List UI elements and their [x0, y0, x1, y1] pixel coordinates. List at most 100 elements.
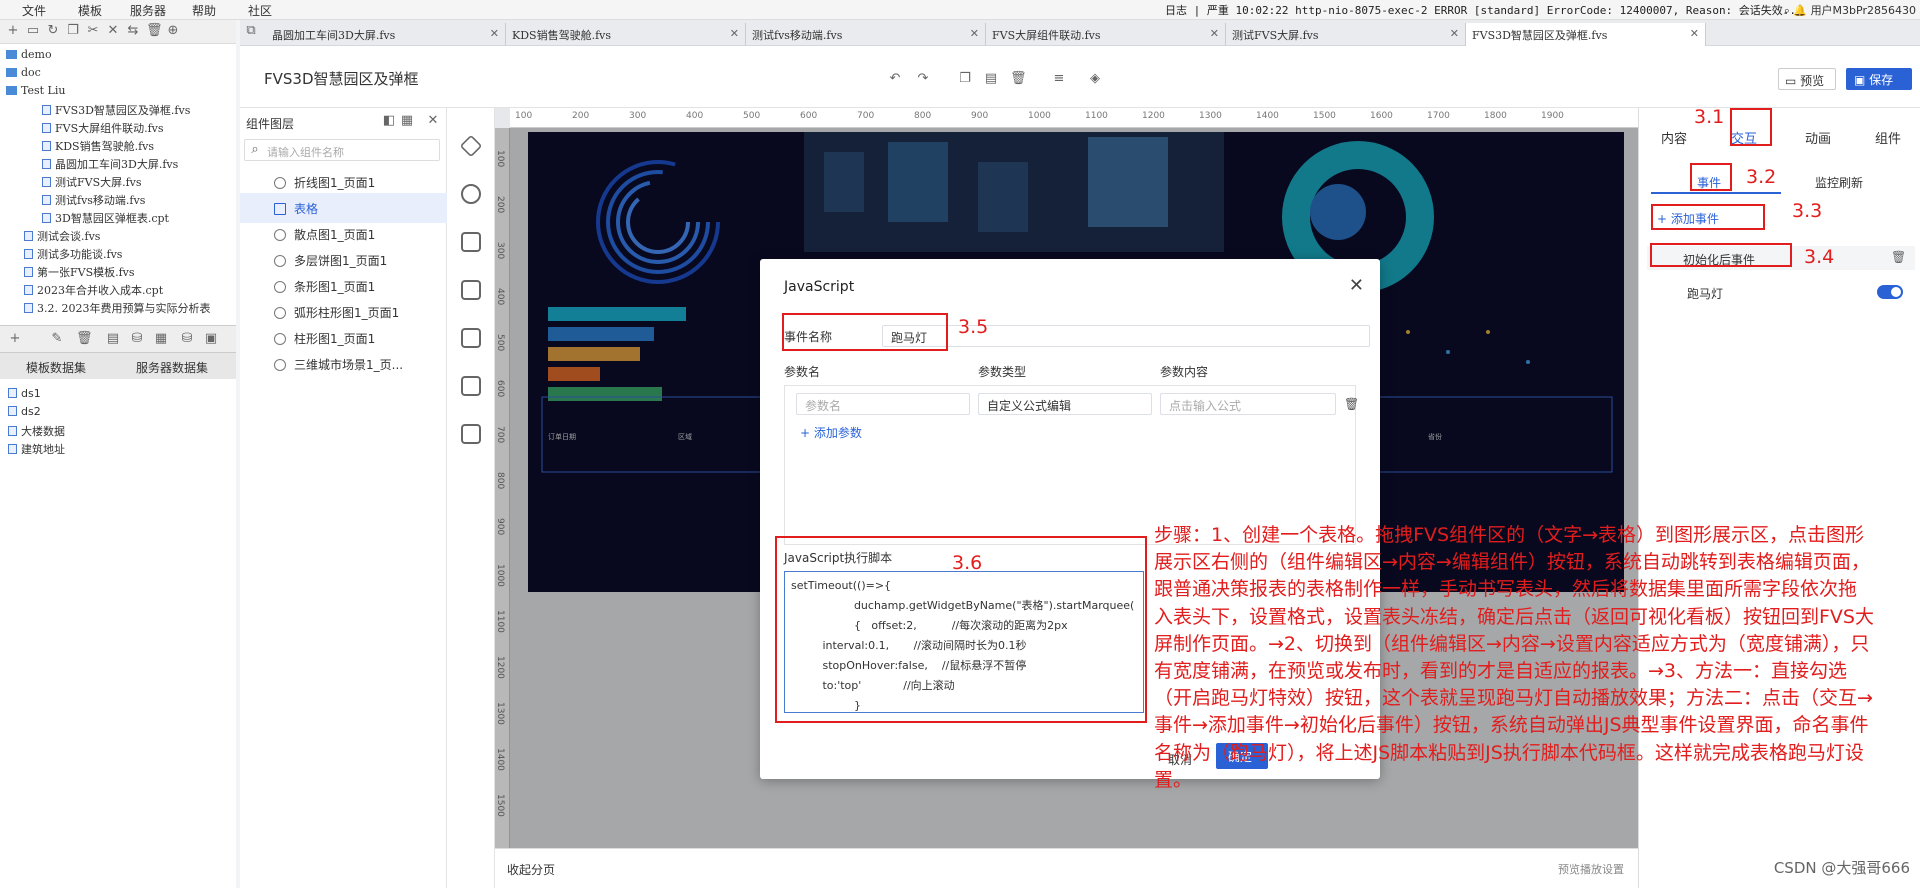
trash-icon[interactable]: 🗑: [1010, 72, 1027, 86]
user-name[interactable]: 用户M3bPr2856430: [1811, 4, 1916, 17]
doc-icon[interactable]: ▤: [106, 332, 120, 346]
tree-item[interactable]: 测试多功能谈.fvs: [24, 246, 122, 262]
doc-tab[interactable]: 测试FVS大屏.fvs ✕: [1226, 23, 1466, 46]
event-name-input[interactable]: 跑马灯: [882, 325, 1370, 347]
layer-icon[interactable]: ◈: [1088, 72, 1102, 86]
refresh-icon[interactable]: ↻: [46, 24, 60, 38]
tree-item[interactable]: demo: [6, 48, 52, 61]
marquee-toggle[interactable]: [1877, 285, 1903, 299]
tab-component[interactable]: 组件: [1875, 128, 1901, 147]
3d-model-icon[interactable]: [459, 134, 483, 158]
tree-item[interactable]: 3D智慧园区弹框表.cpt: [42, 210, 169, 226]
edit-icon[interactable]: ✎: [50, 332, 64, 346]
chart-icon[interactable]: [461, 184, 481, 204]
move-icon[interactable]: ⇆: [126, 24, 140, 38]
tree-item[interactable]: 测试会谈.fvs: [24, 228, 100, 244]
tree-item[interactable]: 第一张FVS模板.fvs: [24, 264, 135, 280]
tree-item[interactable]: 测试FVS大屏.fvs: [42, 174, 142, 190]
tree-item[interactable]: 测试fvs移动端.fvs: [42, 192, 145, 208]
tree-item[interactable]: Test Liu: [6, 84, 65, 97]
db-icon[interactable]: ⛁: [130, 332, 144, 346]
dataset-item[interactable]: ds1: [8, 387, 41, 400]
param-type-select[interactable]: 自定义公式编辑: [978, 393, 1152, 415]
layer-item[interactable]: 三维城市场景1_页...: [240, 349, 447, 379]
table-widget-icon[interactable]: [461, 376, 481, 396]
close-icon[interactable]: ✕: [490, 27, 499, 40]
layers-panel: 组件图层 ◧ ▦ ✕ 请输入组件名称 ⌕ 折线图1_页面1 表格 散点图1_页面…: [240, 108, 447, 888]
db-search-icon[interactable]: ⛁: [180, 332, 194, 346]
menu-help[interactable]: 帮助: [192, 2, 216, 19]
tree-item[interactable]: 3.2. 2023年费用预算与实际分析表: [24, 300, 210, 316]
search-icon[interactable]: ⌕: [1784, 4, 1790, 17]
tab-menu-icon[interactable]: ⧉: [244, 24, 258, 38]
tab-content[interactable]: 内容: [1661, 128, 1687, 147]
subtab-monitor[interactable]: 监控刷新: [1815, 174, 1863, 191]
close-icon[interactable]: ✕: [970, 27, 979, 40]
add-param-button[interactable]: + 添加参数: [800, 424, 862, 441]
tree-item[interactable]: 2023年合并收入成本.cpt: [24, 282, 163, 298]
tree-item[interactable]: FVS3D智慧园区及弹框.fvs: [42, 102, 190, 118]
tree-item[interactable]: 晶圆加工车间3D大屏.fvs: [42, 156, 178, 172]
preview-button[interactable]: ▭ 预览: [1778, 68, 1836, 90]
menu-template[interactable]: 模板: [78, 2, 102, 19]
trash-icon[interactable]: 🗑: [1344, 397, 1359, 411]
doc-tab-active[interactable]: FVS3D智慧园区及弹框.fvs ✕: [1466, 23, 1706, 46]
tab-server-dataset[interactable]: 服务器数据集: [136, 359, 208, 376]
tree-item[interactable]: KDS销售驾驶舱.fvs: [42, 138, 154, 154]
locate-icon[interactable]: ⊕: [166, 24, 180, 38]
redo-icon[interactable]: ↷: [916, 72, 930, 86]
close-icon[interactable]: ✕: [426, 114, 440, 128]
grid-icon[interactable]: ▦: [400, 114, 414, 128]
dataset-item[interactable]: 建筑地址: [8, 441, 65, 457]
doc-tab[interactable]: 测试fvs移动端.fvs ✕: [746, 23, 986, 46]
delete-icon[interactable]: ✕: [106, 24, 120, 38]
delete-icon[interactable]: 🗑: [76, 332, 93, 346]
param-name-input[interactable]: 参数名: [796, 393, 970, 415]
dataset-item[interactable]: 大楼数据: [8, 423, 65, 439]
log-link[interactable]: 日志: [1165, 4, 1187, 17]
bell-icon[interactable]: 🔔: [1793, 4, 1807, 17]
file-icon: [24, 285, 33, 295]
trash-icon[interactable]: 🗑: [1891, 250, 1906, 264]
undo-icon[interactable]: ↶: [888, 72, 902, 86]
folder-open-icon[interactable]: ▭: [26, 24, 40, 38]
menu-file[interactable]: 文件: [22, 2, 46, 19]
menu-server[interactable]: 服务器: [130, 2, 166, 19]
preview-icon[interactable]: ▣: [204, 332, 218, 346]
image-icon[interactable]: [461, 328, 481, 348]
tab-animation[interactable]: 动画: [1805, 128, 1831, 147]
text-icon[interactable]: [461, 232, 481, 252]
paste-icon[interactable]: ▤: [984, 72, 998, 86]
trash-icon[interactable]: 🗑: [146, 24, 163, 38]
copy-icon[interactable]: ❐: [66, 24, 80, 38]
close-icon[interactable]: ✕: [1690, 27, 1699, 40]
cut-icon[interactable]: ✂: [86, 24, 100, 38]
close-icon[interactable]: ✕: [1450, 27, 1459, 40]
ruler-label: 1200: [1142, 111, 1165, 121]
save-button[interactable]: ▣ 保存: [1846, 68, 1912, 90]
copy-icon[interactable]: ❐: [958, 72, 972, 86]
table-icon[interactable]: ▦: [154, 332, 168, 346]
menu-community[interactable]: 社区: [248, 2, 272, 19]
container-icon[interactable]: [461, 424, 481, 444]
tree-item[interactable]: doc: [6, 66, 41, 79]
close-icon[interactable]: ✕: [730, 27, 739, 40]
dataset-item[interactable]: ds2: [8, 405, 41, 418]
doc-tab[interactable]: KDS销售驾驶舱.fvs ✕: [506, 23, 746, 46]
layer-search-input[interactable]: 请输入组件名称: [244, 139, 440, 161]
doc-tab[interactable]: 晶圆加工车间3D大屏.fvs ✕: [266, 23, 506, 46]
add-icon[interactable]: +: [6, 24, 20, 38]
page-bar: 收起分页 预览播放设置: [495, 848, 1638, 888]
collapse-pages[interactable]: 收起分页: [507, 861, 555, 878]
tree-item[interactable]: FVS大屏组件联动.fvs: [42, 120, 164, 136]
layout-icon[interactable]: ◧: [382, 114, 396, 128]
close-icon[interactable]: ✕: [1210, 27, 1219, 40]
add-dataset-icon[interactable]: +: [8, 332, 22, 346]
preview-settings[interactable]: 预览播放设置: [1558, 861, 1624, 877]
media-icon[interactable]: [461, 280, 481, 300]
param-content-input[interactable]: 点击输入公式: [1160, 393, 1336, 415]
tab-template-dataset[interactable]: 模板数据集: [26, 359, 86, 376]
doc-tab[interactable]: FVS大屏组件联动.fvs ✕: [986, 23, 1226, 46]
close-icon[interactable]: ✕: [1349, 275, 1364, 296]
align-icon[interactable]: ≡: [1052, 72, 1066, 86]
